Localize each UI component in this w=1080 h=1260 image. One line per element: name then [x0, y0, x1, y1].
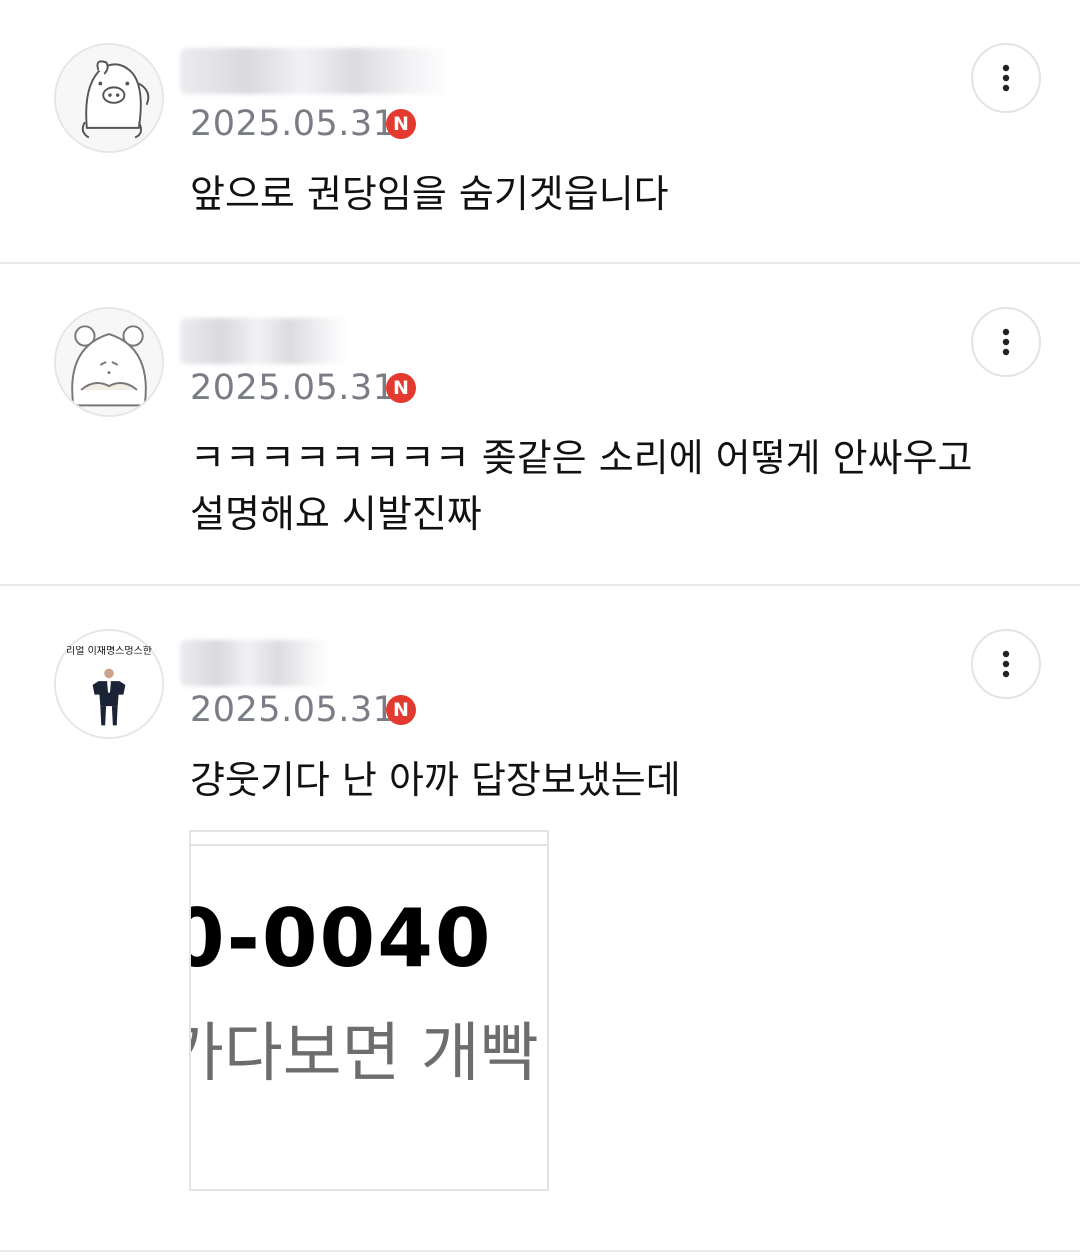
attachment-korean-text: 가다보면 개빡: [189, 1017, 539, 1091]
more-vertical-icon: [1002, 650, 1010, 678]
comment-item: 2025.05.31 N 앞으로 권당임을 숨기겟읍니다: [0, 0, 1080, 262]
comment-text: 걍웃기다 난 아까 답장보냈는데: [190, 758, 681, 802]
divider: [0, 1250, 1080, 1252]
comment-text: ㅋㅋㅋㅋㅋㅋㅋㅋ 좆같은 소리에 어떻게 안싸우고 설명해요 시발진짜: [190, 436, 973, 536]
more-vertical-icon: [1002, 328, 1010, 356]
image-attachment[interactable]: 0-0040 가다보면 개빡: [189, 830, 549, 1191]
comment-date: 2025.05.31: [190, 368, 396, 408]
comment-text: 앞으로 권당임을 숨기겟읍니다: [190, 172, 669, 216]
more-options-button[interactable]: [971, 629, 1041, 699]
avatar[interactable]: [54, 43, 164, 153]
author-name-redacted: [180, 48, 450, 94]
comment-date: 2025.05.31: [190, 104, 396, 144]
n-badge-icon: N: [386, 695, 416, 725]
pig-character-avatar-icon: [56, 45, 162, 151]
avatar[interactable]: [54, 307, 164, 417]
attachment-number-text: 0-0040: [189, 892, 493, 985]
comment-item: 2025.05.31 N ㅋㅋㅋㅋㅋㅋㅋㅋ 좆같은 소리에 어떻게 안싸우고 설…: [0, 264, 1080, 584]
n-badge-icon: N: [386, 109, 416, 139]
more-options-button[interactable]: [971, 307, 1041, 377]
more-options-button[interactable]: [971, 43, 1041, 113]
attachment-top-line: [191, 844, 547, 846]
avatar-caption: 리얼 이재명스멍스한 상황: [66, 646, 156, 657]
hamster-character-avatar-icon: [56, 309, 162, 415]
comment-date: 2025.05.31: [190, 690, 396, 730]
author-name-redacted: [180, 318, 350, 364]
author-name-redacted: [180, 640, 330, 686]
n-badge-icon: N: [386, 373, 416, 403]
more-vertical-icon: [1002, 64, 1010, 92]
